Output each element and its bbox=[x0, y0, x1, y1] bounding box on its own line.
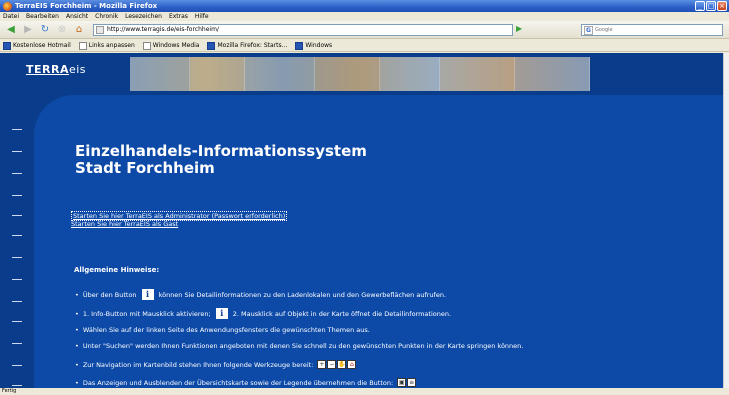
sidebar-dash bbox=[12, 151, 22, 152]
left-sidebar bbox=[0, 95, 34, 388]
window-controls: _ □ × bbox=[695, 1, 727, 11]
menu-bearbeiten[interactable]: Bearbeiten bbox=[26, 13, 59, 20]
terraeis-logo: TERRAeis bbox=[26, 63, 87, 76]
page-icon bbox=[78, 41, 87, 50]
vertical-scrollbar[interactable] bbox=[723, 53, 729, 388]
back-arrow-icon[interactable]: ◀ bbox=[4, 23, 18, 37]
guest-start-link[interactable]: Starten Sie hier TerraEIS als Gast bbox=[71, 220, 178, 228]
menu-extras[interactable]: Extras bbox=[169, 13, 188, 20]
reload-icon[interactable]: ↻ bbox=[38, 23, 52, 37]
sidebar-dash bbox=[12, 129, 22, 130]
msn-icon bbox=[295, 41, 304, 50]
search-box[interactable]: G bbox=[581, 24, 723, 36]
msn-icon bbox=[3, 41, 11, 50]
info-icon: i bbox=[141, 289, 154, 300]
hint-themes: • Wählen Sie auf der linken Seite des Anw… bbox=[75, 326, 370, 334]
close-button[interactable]: × bbox=[717, 1, 727, 11]
sidebar-dash bbox=[12, 301, 22, 302]
bookmark-windows[interactable]: Windows bbox=[295, 41, 332, 50]
bookmark-links-anpassen[interactable]: Links anpassen bbox=[78, 41, 135, 50]
home-extent-icon: ⌂ bbox=[347, 360, 357, 369]
google-icon[interactable]: G bbox=[584, 25, 593, 35]
page-header: TERRAeis bbox=[0, 53, 723, 95]
window-title: TerraEIS Forchheim - Mozilla Firefox bbox=[15, 2, 158, 10]
maximize-button[interactable]: □ bbox=[706, 1, 716, 11]
hint-navigation-tools: • Zur Navigation im Kartenbild stehen Ihn… bbox=[75, 360, 357, 369]
sidebar-dash bbox=[12, 173, 22, 174]
bookmark-firefox-start[interactable]: Mozilla Firefox: Starts... bbox=[207, 41, 287, 50]
minimize-button[interactable]: _ bbox=[695, 1, 705, 11]
menu-chronik[interactable]: Chronik bbox=[95, 13, 118, 20]
info-icon: i bbox=[215, 308, 228, 319]
go-arrow-icon[interactable]: ▶ bbox=[516, 24, 526, 36]
page-favicon-icon bbox=[96, 25, 104, 34]
stop-icon[interactable]: ⊗ bbox=[55, 23, 69, 37]
navigation-toolbar: ◀ ▶ ↻ ⊗ ⌂ ▶ G bbox=[0, 21, 729, 39]
menu-datei[interactable]: Datei bbox=[3, 13, 19, 20]
menu-lesezeichen[interactable]: Lesezeichen bbox=[125, 13, 162, 20]
sidebar-dash bbox=[12, 385, 22, 386]
sidebar-dash bbox=[12, 343, 22, 344]
search-input[interactable] bbox=[595, 27, 705, 33]
hint-search: • Unter "Suchen" werden Ihnen Funktionen … bbox=[75, 342, 524, 350]
sidebar-dash bbox=[12, 215, 22, 216]
home-icon[interactable]: ⌂ bbox=[72, 23, 86, 37]
status-bar: Fertig bbox=[0, 388, 729, 395]
legend-icon: ≡ bbox=[407, 378, 417, 387]
hint-info-button: • Über den Button i können Sie Detailinfo… bbox=[75, 289, 447, 300]
page-title: Einzelhandels-Informationssystem Stadt F… bbox=[75, 142, 367, 177]
hint-info-steps: • 1. Info-Button mit Mausklick aktivieren… bbox=[75, 308, 452, 319]
firefox-page-icon bbox=[207, 41, 216, 50]
sidebar-dash bbox=[12, 365, 22, 366]
sidebar-dash bbox=[12, 235, 22, 236]
bookmarks-toolbar: Kostenlose Hotmail Links anpassen Window… bbox=[0, 40, 729, 52]
window-titlebar: TerraEIS Forchheim - Mozilla Firefox _ □… bbox=[0, 0, 729, 12]
forward-arrow-icon[interactable]: ▶ bbox=[21, 23, 35, 37]
menu-bar: Datei Bearbeiten Ansicht Chronik Lesezei… bbox=[0, 12, 729, 21]
address-bar[interactable] bbox=[93, 23, 513, 36]
zoom-in-icon: + bbox=[317, 360, 327, 369]
sidebar-dash bbox=[12, 321, 22, 322]
bookmark-hotmail[interactable]: Kostenlose Hotmail bbox=[3, 41, 71, 50]
hints-heading: Allgemeine Hinweise: bbox=[74, 266, 160, 274]
firefox-icon bbox=[3, 1, 12, 11]
sidebar-dash bbox=[12, 279, 22, 280]
city-photo-banner bbox=[130, 57, 590, 91]
url-input[interactable] bbox=[107, 26, 487, 33]
menu-hilfe[interactable]: Hilfe bbox=[195, 13, 209, 20]
page-icon bbox=[142, 41, 151, 50]
zoom-out-icon: − bbox=[327, 360, 337, 369]
menu-ansicht[interactable]: Ansicht bbox=[66, 13, 88, 20]
hint-overview-legend: • Das Anzeigen und Ausblenden der Übersic… bbox=[75, 378, 417, 387]
sidebar-dash bbox=[12, 257, 22, 258]
pan-hand-icon: ✋ bbox=[337, 360, 347, 369]
bookmark-windows-media[interactable]: Windows Media bbox=[142, 41, 199, 50]
sidebar-dash bbox=[12, 195, 22, 196]
overview-map-icon: ▣ bbox=[397, 378, 407, 387]
